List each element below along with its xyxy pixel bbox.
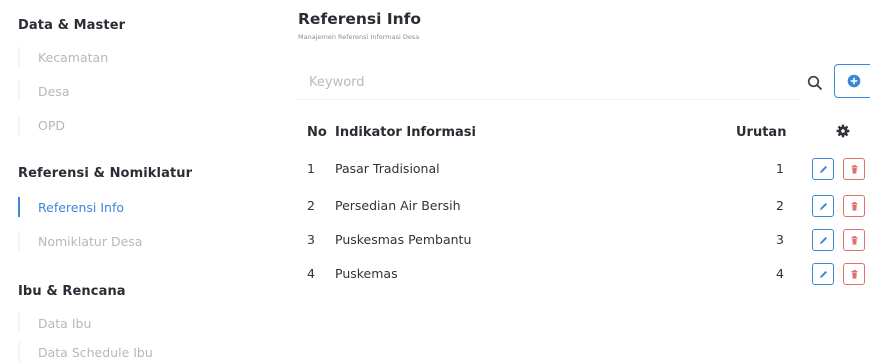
sidebar-item-opd[interactable]: OPD — [18, 113, 248, 137]
trash-icon — [851, 164, 857, 174]
sidebar-item-rail — [18, 47, 20, 67]
table-row: 4 Puskemas 4 — [298, 262, 870, 286]
row-indikator: Puskemas — [335, 266, 398, 281]
column-header-urutan: Urutan — [736, 125, 787, 140]
pencil-icon — [819, 165, 827, 173]
sidebar-item-rail — [18, 197, 20, 217]
sidebar-item-desa[interactable]: Desa — [18, 79, 248, 103]
row-no: 1 — [307, 161, 315, 176]
page-title: Referensi Info — [298, 10, 422, 28]
sidebar-group-title: Referensi & Nomiklatur — [18, 166, 193, 181]
column-header-indikator: Indikator Informasi — [335, 125, 476, 140]
row-urutan: 1 — [776, 161, 784, 176]
search-input[interactable] — [298, 66, 798, 98]
row-no: 3 — [307, 232, 315, 247]
delete-button[interactable] — [843, 195, 865, 217]
edit-button[interactable] — [812, 229, 834, 251]
sidebar-item-kecamatan[interactable]: Kecamatan — [18, 45, 248, 69]
search-bar — [298, 66, 833, 100]
sidebar: Data & Master Kecamatan Desa OPD Referen… — [0, 0, 270, 363]
page-subtitle: Manajemen Referensi Informasi Desa — [298, 33, 420, 41]
sidebar-item-label: Desa — [38, 83, 70, 99]
edit-button[interactable] — [812, 195, 834, 217]
row-indikator: Pasar Tradisional — [335, 161, 440, 176]
sidebar-item-rail — [18, 115, 20, 135]
table-row: 2 Persedian Air Bersih 2 — [298, 194, 870, 218]
row-urutan: 2 — [776, 198, 784, 213]
gear-icon — [836, 124, 850, 138]
sidebar-item-rail — [18, 81, 20, 101]
delete-button[interactable] — [843, 263, 865, 285]
row-urutan: 3 — [776, 232, 784, 247]
search-underline — [298, 99, 798, 100]
row-no: 2 — [307, 198, 315, 213]
edit-button[interactable] — [812, 263, 834, 285]
row-indikator: Persedian Air Bersih — [335, 198, 461, 213]
add-button[interactable] — [834, 64, 870, 98]
sidebar-group-title: Ibu & Rencana — [18, 284, 126, 299]
sidebar-item-label: Nomiklatur Desa — [38, 233, 143, 249]
sidebar-item-label: Data Ibu — [38, 315, 92, 331]
sidebar-group-title: Data & Master — [18, 18, 126, 33]
sidebar-item-rail — [18, 342, 20, 362]
sidebar-item-referensi-info[interactable]: Referensi Info — [18, 195, 248, 219]
delete-button[interactable] — [843, 158, 865, 180]
main-content: Referensi Info Manajemen Referensi Infor… — [298, 0, 870, 363]
plus-circle-icon — [847, 74, 861, 88]
pencil-icon — [819, 236, 827, 244]
pencil-icon — [819, 202, 827, 210]
row-indikator: Puskesmas Pembantu — [335, 232, 472, 247]
edit-button[interactable] — [812, 158, 834, 180]
sidebar-item-label: Kecamatan — [38, 49, 109, 65]
sidebar-item-data-schedule-ibu[interactable]: Data Schedule Ibu — [18, 340, 248, 363]
table-row: 3 Puskesmas Pembantu 3 — [298, 228, 870, 252]
sidebar-item-label: Data Schedule Ibu — [38, 344, 153, 360]
sidebar-item-label: Referensi Info — [38, 199, 124, 215]
sidebar-item-rail — [18, 231, 20, 251]
column-header-no: No — [307, 125, 327, 140]
sidebar-item-label: OPD — [38, 117, 66, 133]
pencil-icon — [819, 270, 827, 278]
row-urutan: 4 — [776, 266, 784, 281]
trash-icon — [851, 201, 857, 211]
sidebar-item-nomiklatur-desa[interactable]: Nomiklatur Desa — [18, 229, 248, 253]
sidebar-item-data-ibu[interactable]: Data Ibu — [18, 311, 248, 335]
trash-icon — [851, 269, 857, 279]
table-row: 1 Pasar Tradisional 1 — [298, 157, 870, 181]
trash-icon — [851, 235, 857, 245]
row-no: 4 — [307, 266, 315, 281]
sidebar-item-rail — [18, 313, 20, 333]
delete-button[interactable] — [843, 229, 865, 251]
search-icon[interactable] — [806, 74, 824, 92]
